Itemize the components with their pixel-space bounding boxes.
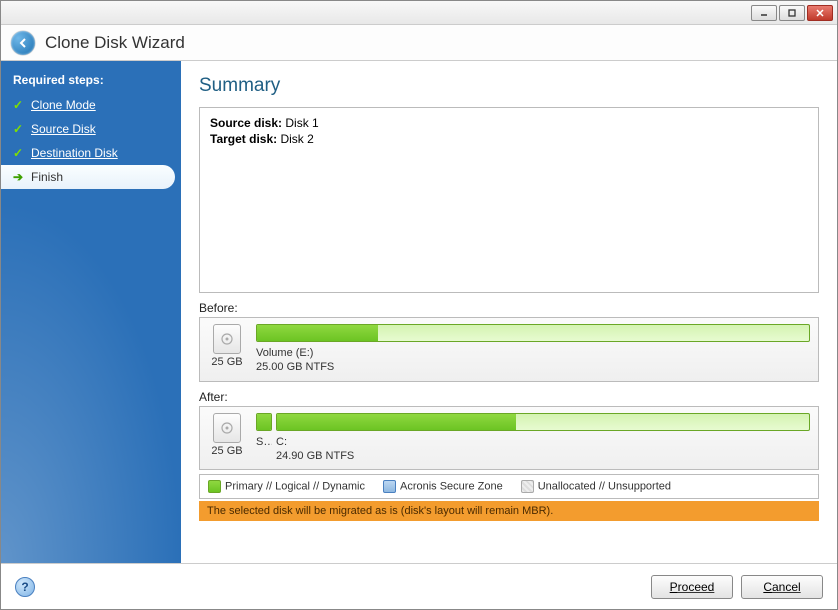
legend-primary: Primary // Logical // Dynamic [225, 481, 365, 493]
sidebar: Required steps: ✓ Clone Mode ✓ Source Di… [1, 61, 181, 563]
step-source-disk[interactable]: ✓ Source Disk [1, 117, 181, 141]
footer: ? Proceed Cancel [1, 563, 837, 609]
back-button[interactable] [11, 31, 35, 55]
volume-name: S... [256, 436, 272, 448]
cancel-button[interactable]: Cancel [741, 575, 823, 599]
step-label: Destination Disk [31, 146, 118, 160]
main-panel: Summary Source disk: Disk 1 Target disk:… [181, 61, 837, 563]
check-icon: ✓ [11, 122, 25, 136]
header: Clone Disk Wizard [1, 25, 837, 61]
close-button[interactable] [807, 5, 833, 21]
help-button[interactable]: ? [15, 577, 35, 597]
step-clone-mode[interactable]: ✓ Clone Mode [1, 93, 181, 117]
before-label: Before: [199, 301, 819, 315]
step-label: Finish [31, 170, 63, 184]
volume-detail: 24.90 GB NTFS [276, 450, 354, 462]
step-label: Source Disk [31, 122, 96, 136]
proceed-label: roceed [678, 580, 715, 594]
proceed-button[interactable]: Proceed [651, 575, 733, 599]
arrow-icon: ➔ [11, 170, 25, 184]
after-label: After: [199, 390, 819, 404]
legend-unallocated: Unallocated // Unsupported [538, 481, 671, 493]
disk-icon [213, 413, 241, 443]
step-label: Clone Mode [31, 98, 96, 112]
check-icon: ✓ [11, 98, 25, 112]
migration-message: The selected disk will be migrated as is… [199, 501, 819, 521]
disk-total-size: 25 GB [211, 445, 242, 457]
before-disk-layout: 25 GB Volume (E:) 25.00 GB NTFS [199, 317, 819, 382]
source-disk-value: Disk 1 [285, 116, 318, 130]
target-disk-value: Disk 2 [280, 132, 313, 146]
after-disk-layout: 25 GB S... C: 24.90 [199, 406, 819, 471]
disk-total-size: 25 GB [211, 356, 242, 368]
volume-name: C: [276, 436, 287, 448]
volume-name: Volume (E:) [256, 347, 313, 359]
maximize-button[interactable] [779, 5, 805, 21]
source-disk-label: Source disk: [210, 116, 282, 130]
step-finish[interactable]: ➔ Finish [1, 165, 175, 189]
volume-bar[interactable] [276, 413, 810, 431]
window-title: Clone Disk Wizard [45, 33, 185, 53]
minimize-button[interactable] [751, 5, 777, 21]
step-destination-disk[interactable]: ✓ Destination Disk [1, 141, 181, 165]
sidebar-heading: Required steps: [1, 67, 181, 93]
cancel-label: ancel [772, 580, 801, 594]
legend-swatch-secure [383, 480, 396, 493]
legend: Primary // Logical // Dynamic Acronis Se… [199, 474, 819, 499]
disk-icon [213, 324, 241, 354]
page-title: Summary [199, 75, 819, 97]
legend-swatch-unallocated [521, 480, 534, 493]
volume-detail: 25.00 GB NTFS [256, 361, 334, 373]
legend-secure: Acronis Secure Zone [400, 481, 503, 493]
target-disk-label: Target disk: [210, 132, 277, 146]
summary-info-box: Source disk: Disk 1 Target disk: Disk 2 [199, 107, 819, 293]
titlebar [1, 1, 837, 25]
legend-swatch-primary [208, 480, 221, 493]
volume-bar[interactable] [256, 413, 272, 431]
volume-bar[interactable] [256, 324, 810, 342]
check-icon: ✓ [11, 146, 25, 160]
